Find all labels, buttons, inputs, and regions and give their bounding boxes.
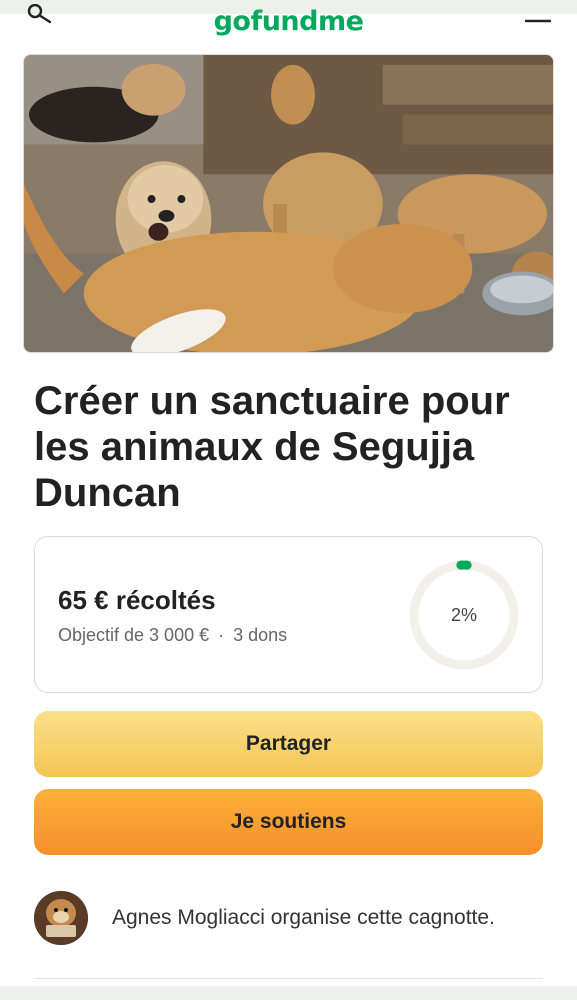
section-divider bbox=[34, 978, 543, 979]
top-navigation-bar: gofundme bbox=[0, 0, 577, 40]
share-button[interactable]: Partager bbox=[34, 711, 543, 777]
avatar-dog-image bbox=[34, 891, 88, 945]
menu-icon[interactable] bbox=[525, 14, 551, 24]
dogs-photo-illustration bbox=[24, 55, 553, 352]
organizer-text[interactable]: Agnes Mogliacci organise cette cagnotte. bbox=[112, 906, 495, 930]
progress-percent: 2% bbox=[450, 604, 477, 625]
browser-bottom-strip bbox=[0, 986, 577, 1000]
gofundme-logo[interactable]: gofundme bbox=[0, 6, 577, 37]
donate-button[interactable]: Je soutiens bbox=[34, 789, 543, 855]
donation-progress-card: 65 € récoltés Objectif de 3 000 € · 3 dons… bbox=[34, 536, 543, 693]
goal-amount: Objectif de 3 000 € bbox=[58, 625, 210, 645]
amount-raised: 65 € récoltés bbox=[58, 585, 216, 615]
donation-count: 3 dons bbox=[233, 625, 288, 645]
campaign-title: Créer un sanctuaire pour les animaux de … bbox=[34, 379, 510, 515]
organizer-row: Agnes Mogliacci organise cette cagnotte. bbox=[34, 890, 543, 946]
campaign-hero-image[interactable] bbox=[23, 54, 554, 353]
goal-summary: Objectif de 3 000 € · 3 dons bbox=[58, 625, 287, 646]
organizer-avatar[interactable] bbox=[34, 891, 88, 945]
separator-dot: · bbox=[218, 625, 225, 645]
